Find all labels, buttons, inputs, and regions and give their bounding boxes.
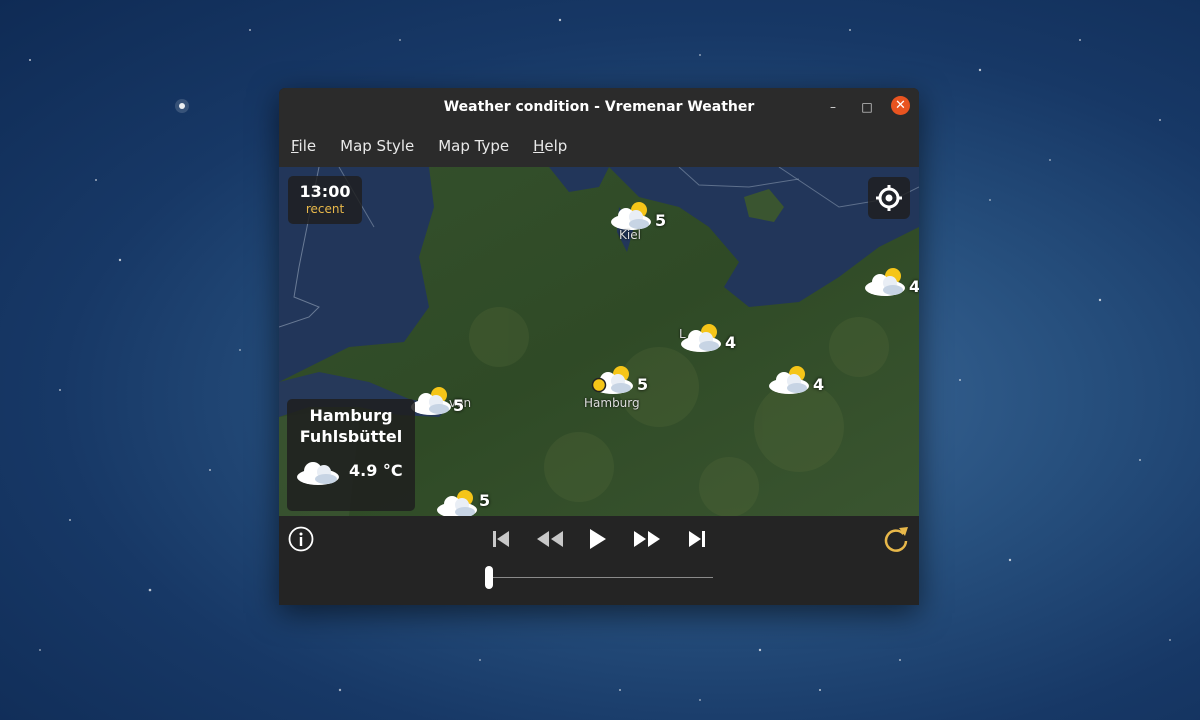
partly-cloudy-icon [437,490,477,516]
timeline-slider-handle[interactable] [485,566,493,589]
time-value: 13:00 [299,182,351,201]
title-bar[interactable]: Weather condition - Vremenar Weather – □… [279,88,919,125]
menu-map-style[interactable]: Map Style [340,137,414,155]
app-window: Weather condition - Vremenar Weather – □… [279,88,919,605]
maximize-button[interactable]: □ [857,97,877,117]
location-dot-icon [591,377,607,393]
map-marker[interactable]: 5 [409,386,464,420]
map-marker[interactable]: 4 [863,267,919,301]
menu-file[interactable]: File [291,137,316,155]
station-name-line1: Hamburg [309,406,393,425]
info-button[interactable] [288,526,314,552]
partly-cloudy-icon [611,202,651,230]
map-marker[interactable]: 5 [435,489,490,516]
refresh-icon [884,527,908,552]
map-marker[interactable]: 4 [767,365,824,399]
partly-cloudy-icon [681,324,721,352]
locate-button[interactable] [868,177,910,219]
timeline-slider[interactable] [489,577,713,578]
info-icon [288,526,314,552]
city-label: Kiel [619,228,641,242]
crosshair-icon [876,185,902,211]
menu-help[interactable]: Help [533,137,567,155]
menu-bar: File Map Style Map Type Help [279,125,919,167]
refresh-button[interactable] [882,524,912,554]
skip-last-icon [689,531,705,547]
rewind-icon [537,531,563,547]
skip-first-icon [493,531,509,547]
time-status: recent [305,202,345,216]
station-temperature: 4.9 °C [349,461,403,480]
playback-controls [279,516,919,605]
station-name-line2: Fuhlsbüttel [299,427,403,446]
station-info-card[interactable]: Hamburg Fuhlsbüttel 4.9 °C [287,399,415,511]
fast-forward-icon [634,531,660,547]
partly-cloudy-icon [865,268,905,296]
play-icon [590,529,606,549]
weather-map[interactable]: 13:00 recent 5 Kiel 4 L 4 5 Hamburg 4 ve… [279,167,919,516]
map-marker[interactable]: 4 [679,323,736,357]
minimize-button[interactable]: – [823,97,843,117]
partly-cloudy-icon [769,366,809,394]
cloudy-icon [297,462,339,485]
menu-map-type[interactable]: Map Type [438,137,509,155]
window-title: Weather condition - Vremenar Weather [443,98,755,115]
close-button[interactable]: ✕ [891,96,910,115]
partly-cloudy-icon [411,387,451,415]
skip-first-button[interactable] [489,527,513,551]
skip-last-button[interactable] [685,527,709,551]
rewind-button[interactable] [534,527,566,551]
play-button[interactable] [586,525,610,553]
time-indicator: 13:00 recent [288,176,362,224]
fast-forward-button[interactable] [631,527,663,551]
city-label: Hamburg [584,396,640,410]
